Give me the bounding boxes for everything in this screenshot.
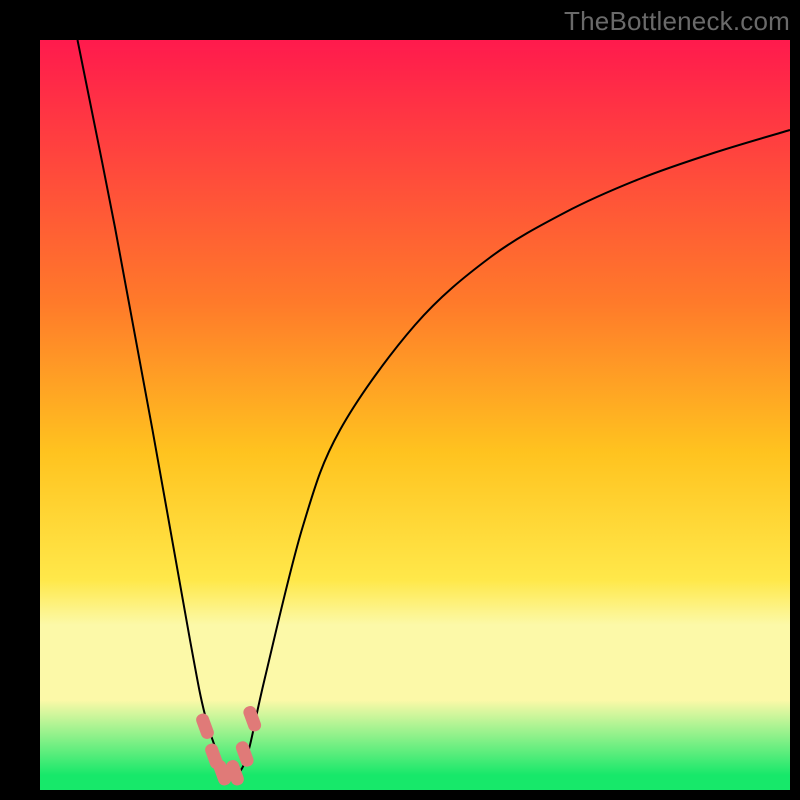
curve-marker (194, 712, 215, 741)
chart-plot-area (40, 40, 790, 790)
bottleneck-curve (78, 40, 791, 776)
curve-marker (242, 704, 263, 733)
chart-svg (40, 40, 790, 790)
watermark-text: TheBottleneck.com (564, 6, 790, 37)
chart-frame: TheBottleneck.com (0, 0, 800, 800)
